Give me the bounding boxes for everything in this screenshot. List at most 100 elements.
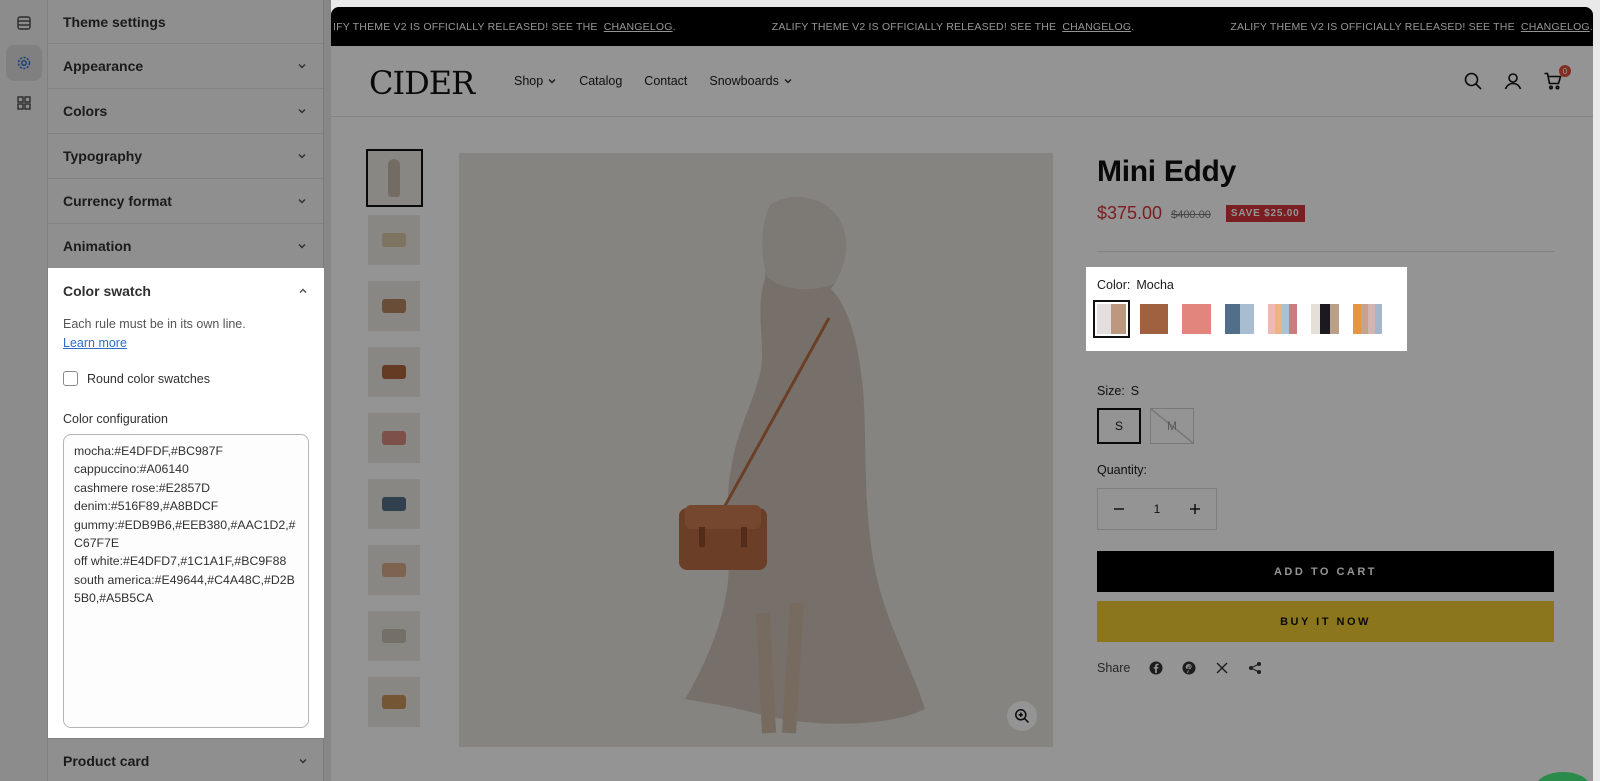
- sections-icon[interactable]: [6, 5, 42, 41]
- color-swatch-south-america[interactable]: [1353, 304, 1383, 334]
- color-swatch-mocha[interactable]: [1093, 300, 1130, 338]
- product-title: Mini Eddy: [1097, 155, 1236, 188]
- changelog-link[interactable]: CHANGELOG: [604, 21, 673, 33]
- section-currency-format[interactable]: Currency format: [48, 179, 323, 224]
- thumbnail-bag: [382, 233, 406, 247]
- size-option[interactable]: S: [1097, 408, 1141, 444]
- header-icons: 0: [1443, 65, 1571, 91]
- swatch-segment: [1353, 304, 1361, 334]
- facebook-icon[interactable]: [1149, 661, 1163, 675]
- swatch-segment: [1374, 304, 1383, 334]
- color-swatch-cashmere-rose[interactable]: [1182, 304, 1212, 334]
- color-swatch-gummy[interactable]: [1267, 304, 1297, 334]
- cart-button[interactable]: 0: [1543, 65, 1571, 91]
- announcement-item: IFY THEME V2 IS OFFICIALLY RELEASED! SEE…: [333, 20, 676, 33]
- theme-settings-gear-icon[interactable]: [6, 45, 42, 81]
- thumbnail[interactable]: [368, 347, 420, 397]
- thumbnail-bag: [382, 629, 406, 643]
- chevron-down-icon: [298, 153, 306, 159]
- color-swatch-header[interactable]: Color swatch: [48, 268, 324, 313]
- section-appearance[interactable]: Appearance: [48, 44, 323, 89]
- swatch-segment: [1267, 304, 1276, 334]
- thumbnail[interactable]: [368, 215, 420, 265]
- chevron-down-icon: [298, 198, 306, 204]
- buy-now-button[interactable]: BUY IT NOW: [1097, 601, 1554, 642]
- quantity-label: Quantity:: [1097, 463, 1148, 477]
- color-configuration-textarea[interactable]: mocha:#E4DFDF,#BC987F cappuccino:#A06140…: [63, 434, 309, 728]
- section-product-card[interactable]: Product card: [48, 738, 324, 781]
- nav-contact[interactable]: Contact: [644, 74, 687, 88]
- account-icon[interactable]: [1503, 71, 1523, 91]
- store-logo[interactable]: CIDER: [369, 64, 475, 102]
- thumbnail-figure: [388, 159, 400, 197]
- chevron-up-icon: [299, 287, 307, 293]
- thumbnail[interactable]: [368, 281, 420, 331]
- x-twitter-icon[interactable]: [1215, 661, 1229, 675]
- search-icon[interactable]: [1463, 71, 1483, 91]
- color-swatch-section: Color swatch Each rule must be in its ow…: [48, 268, 324, 738]
- thumbnail-bag: [382, 563, 406, 577]
- apps-icon[interactable]: [6, 85, 42, 121]
- color-swatch-cappuccino[interactable]: [1139, 304, 1169, 334]
- changelog-link[interactable]: CHANGELOG: [1062, 21, 1131, 33]
- share-label: Share: [1097, 661, 1131, 675]
- swatch-segment: [1239, 304, 1254, 334]
- thumbnail[interactable]: [368, 611, 420, 661]
- color-swatch-denim[interactable]: [1225, 304, 1254, 334]
- section-label: Animation: [63, 238, 132, 254]
- color-configuration-label: Color configuration: [63, 412, 168, 426]
- swatch-segment: [1367, 304, 1375, 334]
- section-colors[interactable]: Colors: [48, 89, 323, 134]
- compare-price: $400.00: [1171, 209, 1211, 221]
- size-option[interactable]: M: [1150, 408, 1194, 444]
- learn-more-link[interactable]: Learn more: [63, 334, 309, 353]
- share-icon[interactable]: [1248, 661, 1262, 675]
- thumbnail[interactable]: [368, 545, 420, 595]
- section-label: Currency format: [63, 193, 172, 209]
- thumbnail[interactable]: [368, 479, 420, 529]
- size-label: Size: S: [1097, 384, 1140, 398]
- round-swatches-label: Round color swatches: [87, 371, 210, 386]
- thumbnail-list: [366, 149, 423, 743]
- thumbnail[interactable]: [368, 677, 420, 727]
- color-swatches: [1093, 300, 1396, 338]
- share-row: Share: [1097, 661, 1554, 675]
- thumbnail-bag: [382, 299, 406, 313]
- thumbnail-bag: [382, 695, 406, 709]
- nav-shop[interactable]: Shop: [514, 74, 557, 88]
- thumbnail-bag: [382, 497, 406, 511]
- section-typography[interactable]: Typography: [48, 134, 323, 179]
- round-swatches-option[interactable]: Round color swatches: [48, 371, 324, 386]
- swatch-segment: [1310, 304, 1321, 334]
- chevron-down-icon: [299, 758, 307, 764]
- swatch-segment: [1282, 304, 1290, 334]
- quantity-value[interactable]: 1: [1154, 502, 1161, 516]
- product-info: Mini Eddy $375.00 $400.00 SAVE $25.00 Si…: [1097, 153, 1554, 675]
- color-label: Color: Mocha: [1097, 278, 1174, 292]
- pinterest-icon[interactable]: [1182, 661, 1196, 675]
- swatch-segment: [1139, 304, 1169, 334]
- product-main-image[interactable]: [459, 153, 1053, 747]
- swatch-segment: [1329, 304, 1340, 334]
- chevron-down-icon: [298, 243, 306, 249]
- nav-catalog[interactable]: Catalog: [579, 74, 622, 88]
- add-to-cart-button[interactable]: ADD TO CART: [1097, 551, 1554, 592]
- thumbnail[interactable]: [368, 413, 420, 463]
- product-photo: [459, 153, 1053, 747]
- plus-icon[interactable]: [1189, 503, 1201, 515]
- quantity-stepper: 1: [1097, 488, 1217, 530]
- color-swatch-off-white[interactable]: [1310, 304, 1340, 334]
- round-swatches-checkbox[interactable]: [63, 371, 78, 386]
- nav-snowboards[interactable]: Snowboards: [709, 74, 793, 88]
- zoom-button[interactable]: [1007, 701, 1037, 731]
- chevron-down-icon: [298, 63, 306, 69]
- section-label: Color swatch: [63, 282, 151, 299]
- section-animation[interactable]: Animation: [48, 224, 323, 269]
- thumbnail[interactable]: [366, 149, 423, 207]
- cart-count-badge: 0: [1559, 65, 1571, 77]
- swatch-segment: [1111, 304, 1126, 334]
- changelog-link[interactable]: CHANGELOG: [1521, 21, 1590, 33]
- color-option-block: Color: Mocha: [1086, 267, 1407, 351]
- size-options: S M: [1097, 408, 1554, 444]
- minus-icon[interactable]: [1113, 503, 1125, 515]
